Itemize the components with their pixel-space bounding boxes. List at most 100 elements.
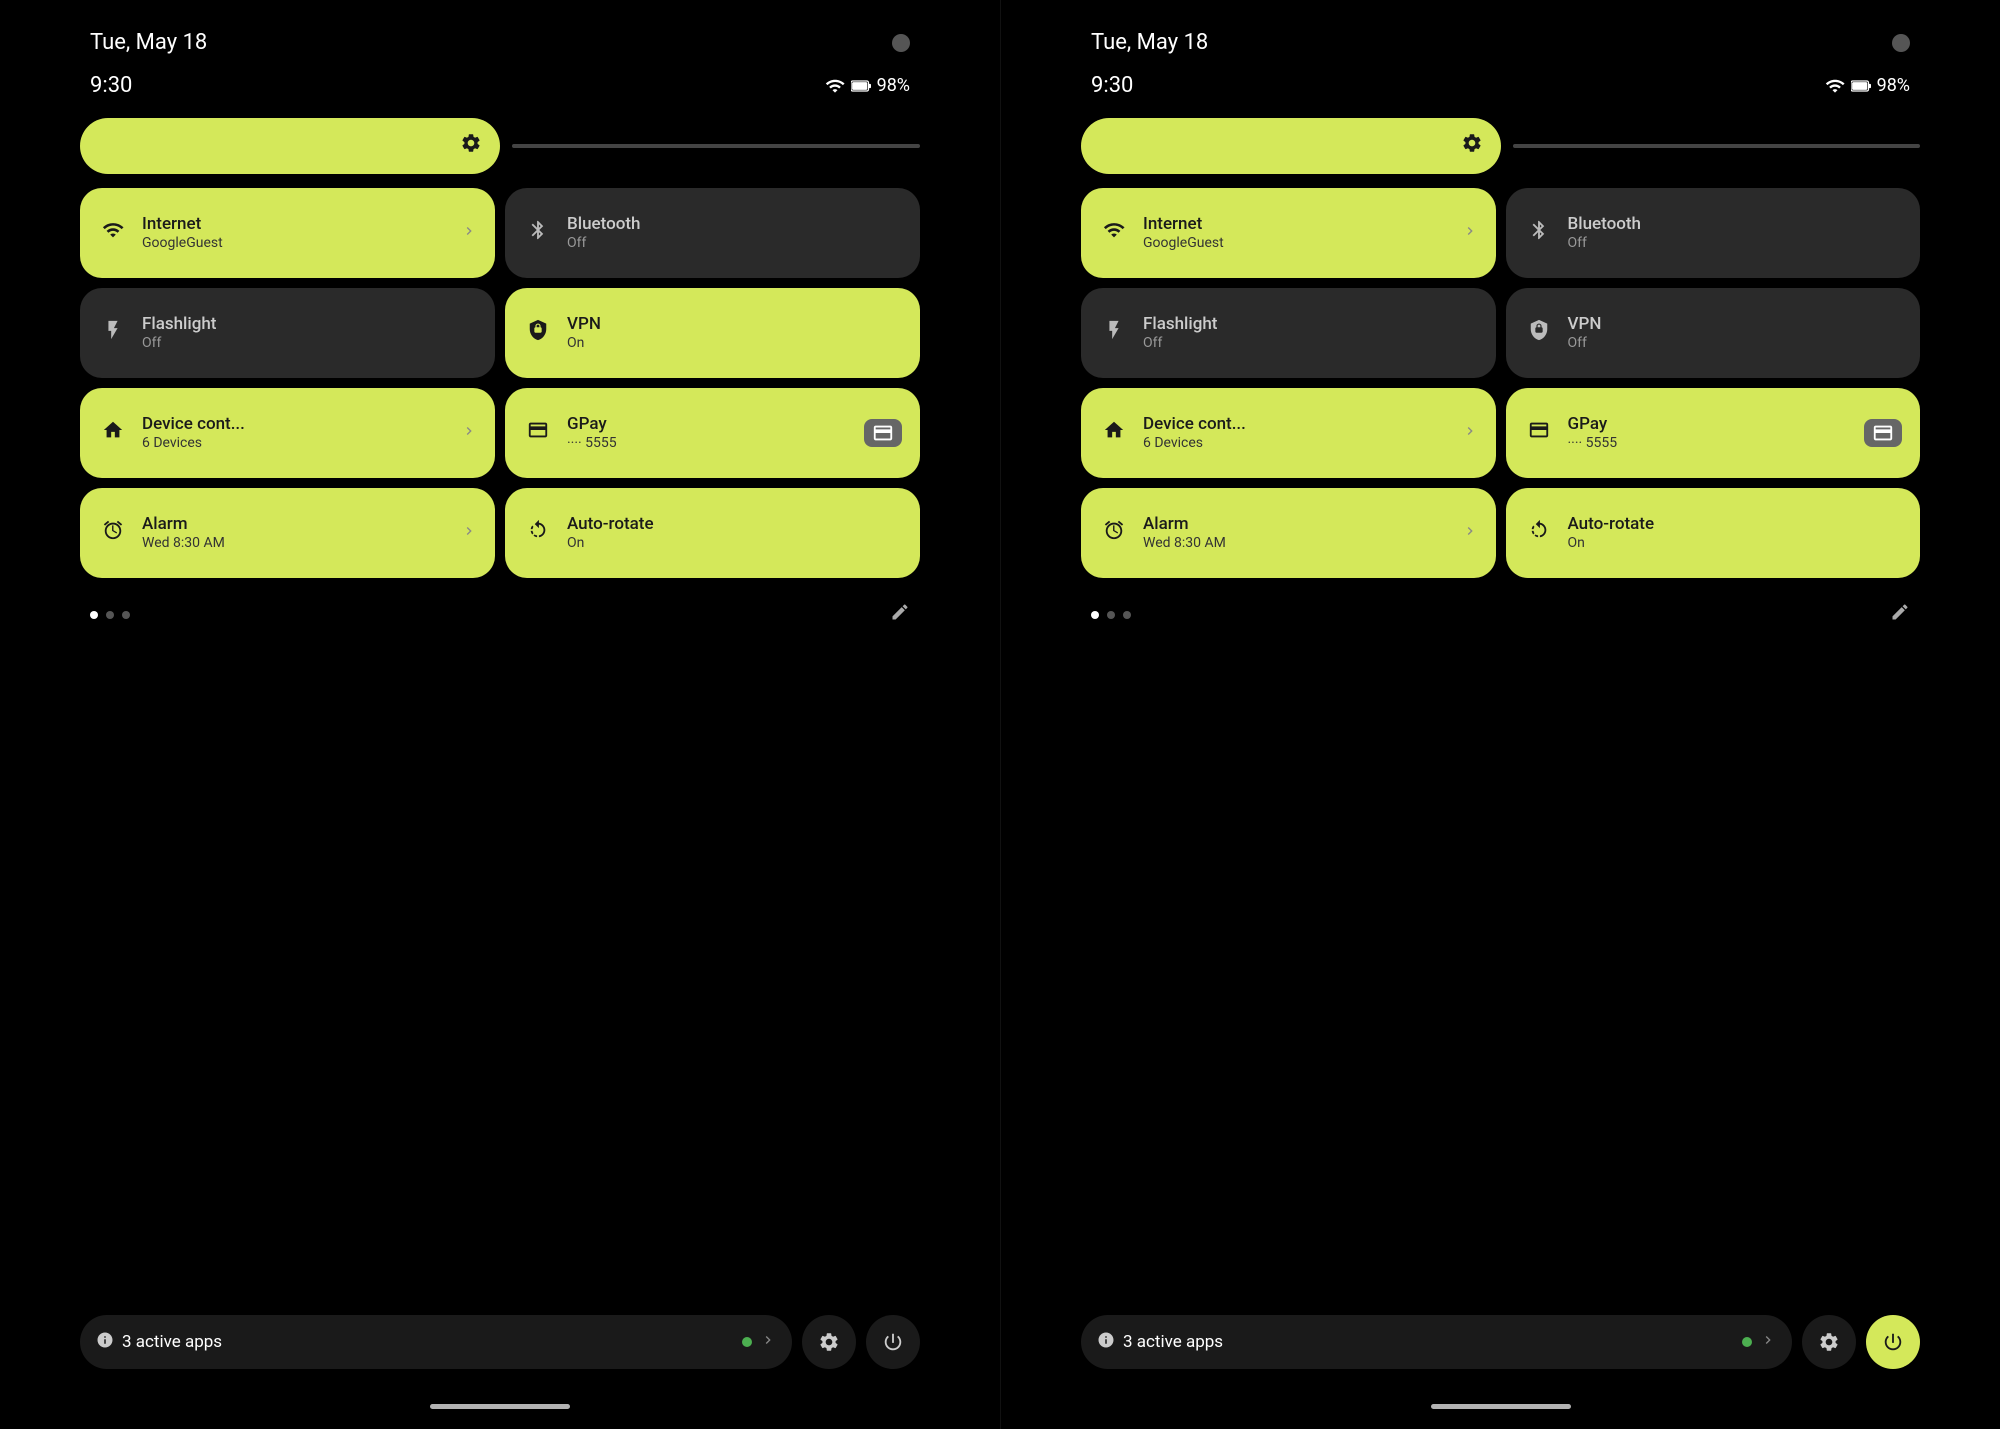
chevron-right-icon[interactable] — [760, 1332, 776, 1352]
tile-text: Flashlight Off — [142, 314, 477, 351]
tile-subtitle: Off — [1143, 335, 1478, 352]
status-date: Tue, May 18 — [1091, 30, 1208, 55]
brightness-row[interactable] — [1081, 118, 1920, 174]
brightness-icon — [1461, 131, 1483, 161]
tile-bluetooth[interactable]: Bluetooth Off — [1506, 188, 1921, 278]
page-dot-1[interactable] — [1107, 611, 1115, 619]
page-dot-0[interactable] — [1091, 611, 1099, 619]
dots-row — [80, 592, 920, 648]
edit-icon[interactable] — [890, 602, 910, 628]
tile-title: GPay — [1568, 414, 1851, 434]
status-time-row: 9:30 98% — [1081, 65, 1920, 118]
tile-text: VPN Off — [1568, 314, 1903, 351]
chevron-right-icon[interactable] — [1760, 1332, 1776, 1352]
tile-alarm[interactable]: Alarm Wed 8:30 AM — [1081, 488, 1496, 578]
tile-autorotate[interactable]: Auto-rotate On — [505, 488, 920, 578]
tile-alarm[interactable]: Alarm Wed 8:30 AM — [80, 488, 495, 578]
settings-button[interactable] — [1802, 1315, 1856, 1369]
camera-dot — [1892, 34, 1910, 52]
status-icons: 98% — [825, 75, 910, 96]
tile-subtitle: Off — [567, 235, 902, 252]
tile-text: Alarm Wed 8:30 AM — [1143, 514, 1448, 551]
tile-vpn[interactable]: VPN On — [505, 288, 920, 378]
tile-title: Alarm — [142, 514, 447, 534]
tile-subtitle: Off — [1568, 235, 1903, 252]
info-icon — [1097, 1331, 1115, 1353]
brightness-slider[interactable] — [1513, 144, 1920, 148]
tile-bluetooth[interactable]: Bluetooth Off — [505, 188, 920, 278]
page-dot-1[interactable] — [106, 611, 114, 619]
tile-device-control[interactable]: Device cont... 6 Devices — [1081, 388, 1496, 478]
status-bar: Tue, May 18 — [1081, 0, 1920, 65]
tile-vpn[interactable]: VPN Off — [1506, 288, 1921, 378]
tile-title: Device cont... — [1143, 414, 1448, 434]
tile-chevron — [461, 523, 477, 544]
active-apps-text: 3 active apps — [1123, 1332, 1734, 1352]
tile-icon-autorotate — [1524, 519, 1554, 547]
tile-chevron — [1462, 523, 1478, 544]
page-dots[interactable] — [90, 611, 130, 619]
tile-subtitle: Off — [142, 335, 477, 352]
wifi-icon — [825, 76, 845, 96]
home-indicator — [430, 1404, 570, 1409]
brightness-icon — [460, 131, 482, 161]
tile-text: Bluetooth Off — [567, 214, 902, 251]
power-button[interactable] — [1866, 1315, 1920, 1369]
tiles-grid: Internet GoogleGuest Bluetooth Off Flash… — [80, 188, 920, 578]
tile-title: Auto-rotate — [567, 514, 902, 534]
tile-subtitle: 6 Devices — [1143, 435, 1448, 452]
tile-subtitle: GoogleGuest — [1143, 235, 1448, 252]
tile-title: Bluetooth — [1568, 214, 1903, 234]
brightness-pill[interactable] — [80, 118, 500, 174]
dots-row — [1081, 592, 1920, 648]
tile-internet[interactable]: Internet GoogleGuest — [80, 188, 495, 278]
status-icons: 98% — [1825, 75, 1910, 96]
brightness-row[interactable] — [80, 118, 920, 174]
tile-internet[interactable]: Internet GoogleGuest — [1081, 188, 1496, 278]
tile-subtitle: On — [567, 535, 902, 552]
page-dot-2[interactable] — [1123, 611, 1131, 619]
tile-gpay[interactable]: GPay ···· 5555 — [505, 388, 920, 478]
brightness-slider[interactable] — [512, 144, 920, 148]
tile-icon-gpay — [523, 419, 553, 447]
tile-chevron — [461, 423, 477, 444]
tile-icon-bluetooth — [523, 219, 553, 247]
battery-text: 98% — [877, 75, 910, 96]
green-dot — [742, 1337, 752, 1347]
tile-title: VPN — [567, 314, 902, 334]
brightness-pill[interactable] — [1081, 118, 1501, 174]
tile-chevron — [1462, 423, 1478, 444]
edit-icon[interactable] — [1890, 602, 1910, 628]
tile-title: Flashlight — [142, 314, 477, 334]
green-dot — [1742, 1337, 1752, 1347]
bottom-bar: 3 active apps — [80, 1315, 920, 1369]
tile-autorotate[interactable]: Auto-rotate On — [1506, 488, 1921, 578]
tile-gpay[interactable]: GPay ···· 5555 — [1506, 388, 1921, 478]
tile-icon-flashlight — [1099, 319, 1129, 347]
battery-icon — [1851, 78, 1871, 94]
power-button[interactable] — [866, 1315, 920, 1369]
active-apps-pill[interactable]: 3 active apps — [1081, 1315, 1792, 1369]
tile-text: Alarm Wed 8:30 AM — [142, 514, 447, 551]
tile-icon-gpay — [1524, 419, 1554, 447]
page-dots[interactable] — [1091, 611, 1131, 619]
tile-flashlight[interactable]: Flashlight Off — [1081, 288, 1496, 378]
tile-chevron — [1462, 223, 1478, 244]
gpay-badge — [864, 419, 902, 447]
active-apps-pill[interactable]: 3 active apps — [80, 1315, 792, 1369]
tile-title: Bluetooth — [567, 214, 902, 234]
active-apps-text: 3 active apps — [122, 1332, 734, 1352]
page-dot-2[interactable] — [122, 611, 130, 619]
battery-icon — [851, 78, 871, 94]
tile-icon-alarm — [98, 519, 128, 547]
tile-title: Device cont... — [142, 414, 447, 434]
status-time: 9:30 — [90, 73, 132, 98]
tile-device-control[interactable]: Device cont... 6 Devices — [80, 388, 495, 478]
tile-text: Flashlight Off — [1143, 314, 1478, 351]
tile-flashlight[interactable]: Flashlight Off — [80, 288, 495, 378]
info-icon — [96, 1331, 114, 1353]
settings-button[interactable] — [802, 1315, 856, 1369]
page-dot-0[interactable] — [90, 611, 98, 619]
tile-icon-internet — [1099, 219, 1129, 247]
tile-title: Internet — [1143, 214, 1448, 234]
